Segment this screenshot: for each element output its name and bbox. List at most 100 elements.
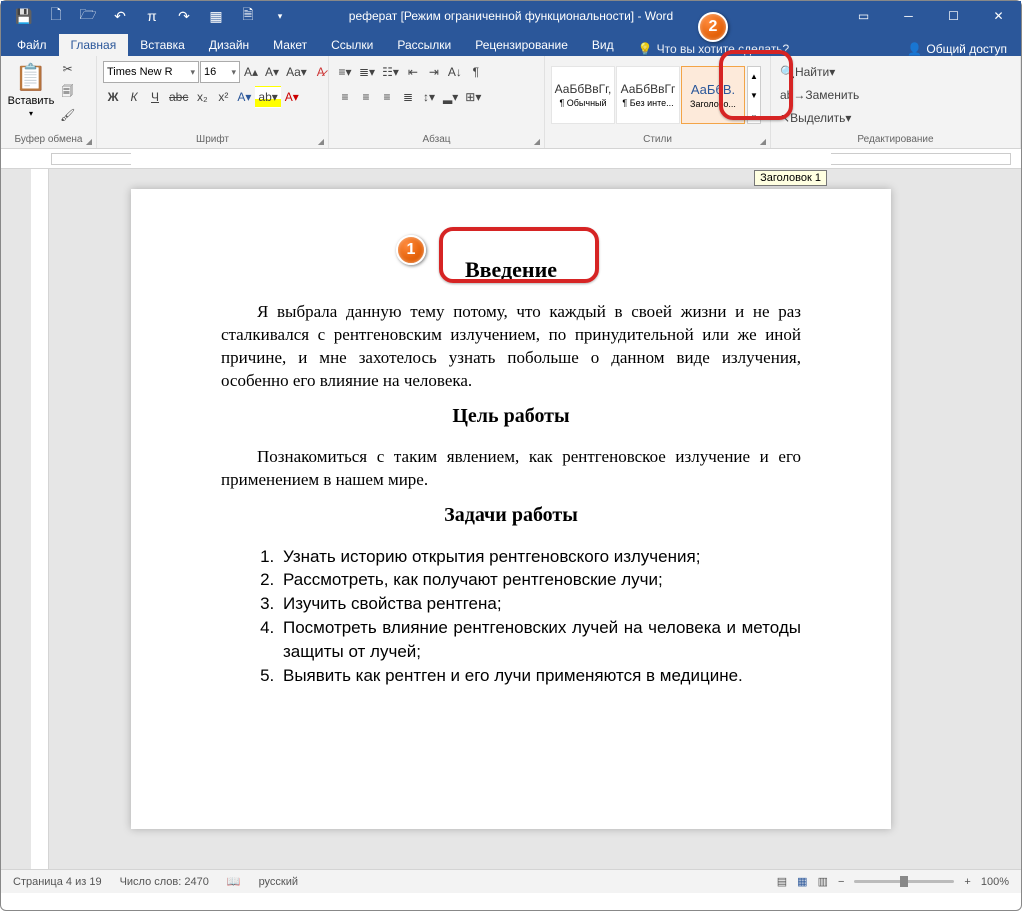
view-print-icon[interactable]: ▦: [797, 875, 807, 888]
open-icon[interactable]: 🗁: [73, 1, 103, 31]
group-clipboard-label: Буфер обмена: [7, 132, 90, 148]
shading-icon[interactable]: ▂▾: [440, 86, 461, 108]
qat-more-icon[interactable]: ▾: [265, 1, 295, 31]
zoom-level[interactable]: 100%: [981, 876, 1009, 888]
align-center-icon[interactable]: ≡: [356, 86, 376, 108]
highlight-icon[interactable]: ab▾: [255, 86, 280, 108]
minimize-icon[interactable]: ─: [886, 1, 931, 31]
maximize-icon[interactable]: ☐: [931, 1, 976, 31]
styles-gallery-scroll[interactable]: ▲ ▼ ⌄: [747, 66, 761, 124]
bullets-icon[interactable]: ≡▾: [335, 61, 355, 83]
paste-button[interactable]: 📋 Вставить ▾: [7, 58, 55, 118]
superscript-icon[interactable]: x²: [213, 86, 233, 108]
numbering-icon[interactable]: ≣▾: [356, 61, 378, 83]
bold-button[interactable]: Ж: [103, 86, 123, 108]
doc-heading-tasks[interactable]: Задачи работы: [221, 504, 801, 527]
share-button[interactable]: 👤 Общий доступ: [907, 42, 1007, 56]
tab-insert[interactable]: Вставка: [128, 34, 197, 56]
clear-format-icon[interactable]: A̷: [311, 61, 331, 83]
borders-icon[interactable]: ⊞▾: [462, 86, 484, 108]
tab-mailings[interactable]: Рассылки: [385, 34, 463, 56]
show-marks-icon[interactable]: ¶: [466, 61, 486, 83]
clipboard-dialog-launcher[interactable]: ◢: [86, 137, 92, 146]
status-words[interactable]: Число слов: 2470: [120, 876, 209, 888]
tab-home[interactable]: Главная: [59, 34, 129, 56]
doc-heading-goal[interactable]: Цель работы: [221, 405, 801, 428]
font-name-combo[interactable]: Times New R▾: [103, 61, 199, 83]
doc-heading-intro[interactable]: Введение: [221, 257, 801, 283]
indent-right-icon[interactable]: ⇥: [424, 61, 444, 83]
table-icon[interactable]: ▦: [201, 1, 231, 31]
find-button[interactable]: 🔍 Найти ▾: [777, 61, 865, 83]
style-no-spacing[interactable]: АаБбВвГг ¶ Без инте...: [616, 66, 680, 124]
change-case-icon[interactable]: Aa▾: [283, 61, 310, 83]
status-page[interactable]: Страница 4 из 19: [13, 876, 102, 888]
close-icon[interactable]: ✕: [976, 1, 1021, 31]
align-right-icon[interactable]: ≡: [377, 86, 397, 108]
multilevel-icon[interactable]: ☷▾: [379, 61, 402, 83]
list-item[interactable]: Посмотреть влияние рентгеновских лучей н…: [279, 616, 801, 664]
horizontal-ruler[interactable]: [1, 149, 1021, 169]
tab-design[interactable]: Дизайн: [197, 34, 261, 56]
line-spacing-icon[interactable]: ↕▾: [419, 86, 439, 108]
tab-references[interactable]: Ссылки: [319, 34, 385, 56]
cut-icon[interactable]: ✂: [57, 58, 78, 80]
paragraph-dialog-launcher[interactable]: ◢: [534, 137, 540, 146]
tab-file[interactable]: Файл: [5, 34, 59, 56]
chevron-down-icon[interactable]: ▼: [748, 91, 760, 100]
list-item[interactable]: Рассмотреть, как получают рентгеновские …: [279, 568, 801, 592]
style-normal[interactable]: АаБбВвГг, ¶ Обычный: [551, 66, 615, 124]
document-page[interactable]: 1 Введение Я выбрала данную тему потому,…: [131, 189, 891, 829]
list-item[interactable]: Выявить как рентген и его лучи применяют…: [279, 664, 801, 688]
view-read-icon[interactable]: ▤: [777, 875, 787, 888]
align-left-icon[interactable]: ≡: [335, 86, 355, 108]
strike-icon[interactable]: abc: [166, 86, 191, 108]
styles-more-icon[interactable]: ⌄: [748, 110, 760, 119]
subscript-icon[interactable]: x₂: [192, 86, 212, 108]
chevron-up-icon[interactable]: ▲: [748, 72, 760, 81]
underline-button[interactable]: Ч: [145, 86, 165, 108]
undo-icon[interactable]: ↶: [105, 1, 135, 31]
group-paragraph-label: Абзац: [335, 132, 538, 148]
sort-icon[interactable]: A↓: [445, 61, 465, 83]
list-item[interactable]: Узнать историю открытия рентгеновского и…: [279, 545, 801, 569]
font-dialog-launcher[interactable]: ◢: [318, 137, 324, 146]
style-heading1[interactable]: АаБбВ. Заголово...: [681, 66, 745, 124]
indent-left-icon[interactable]: ⇤: [403, 61, 423, 83]
ribbon-options-icon[interactable]: ▭: [841, 1, 886, 31]
new-doc-icon[interactable]: 🗋: [41, 1, 71, 31]
doc-paragraph[interactable]: Познакомиться с таким явлением, как рент…: [221, 446, 801, 492]
doc-task-list[interactable]: Узнать историю открытия рентгеновского и…: [257, 545, 801, 688]
list-item[interactable]: Изучить свойства рентгена;: [279, 592, 801, 616]
save-icon[interactable]: 💾: [9, 1, 39, 31]
zoom-out-icon[interactable]: −: [838, 876, 844, 888]
select-button[interactable]: ↖ Выделить ▾: [777, 107, 865, 129]
format-painter-icon[interactable]: 🖌: [57, 104, 78, 126]
status-language[interactable]: русский: [259, 876, 298, 888]
view-web-icon[interactable]: ▥: [818, 875, 828, 888]
zoom-in-icon[interactable]: +: [964, 876, 970, 888]
tell-me-search[interactable]: 💡 Что вы хотите сделать?: [638, 42, 790, 56]
justify-icon[interactable]: ≣: [398, 86, 418, 108]
zoom-slider[interactable]: [854, 880, 954, 883]
tab-review[interactable]: Рецензирование: [463, 34, 580, 56]
font-size-combo[interactable]: 16▾: [200, 61, 240, 83]
text-effects-icon[interactable]: A▾: [234, 86, 254, 108]
status-proofing-icon[interactable]: 📖: [227, 875, 241, 888]
formula-icon[interactable]: π: [137, 1, 167, 31]
tab-layout[interactable]: Макет: [261, 34, 319, 56]
grow-font-icon[interactable]: A▴: [241, 61, 261, 83]
group-font-label: Шрифт: [103, 132, 322, 148]
shrink-font-icon[interactable]: A▾: [262, 61, 282, 83]
font-color-icon[interactable]: A▾: [282, 86, 302, 108]
redo-icon[interactable]: ↷: [169, 1, 199, 31]
replace-button[interactable]: ab→ Заменить: [777, 84, 865, 106]
italic-button[interactable]: К: [124, 86, 144, 108]
document-area[interactable]: 1 Введение Я выбрала данную тему потому,…: [1, 169, 1021, 869]
page-icon[interactable]: 🗎: [233, 1, 263, 31]
vertical-ruler[interactable]: [31, 169, 49, 869]
tab-view[interactable]: Вид: [580, 34, 626, 56]
doc-paragraph[interactable]: Я выбрала данную тему потому, что каждый…: [221, 301, 801, 393]
styles-dialog-launcher[interactable]: ◢: [760, 137, 766, 146]
copy-icon[interactable]: 🗐: [57, 81, 78, 103]
